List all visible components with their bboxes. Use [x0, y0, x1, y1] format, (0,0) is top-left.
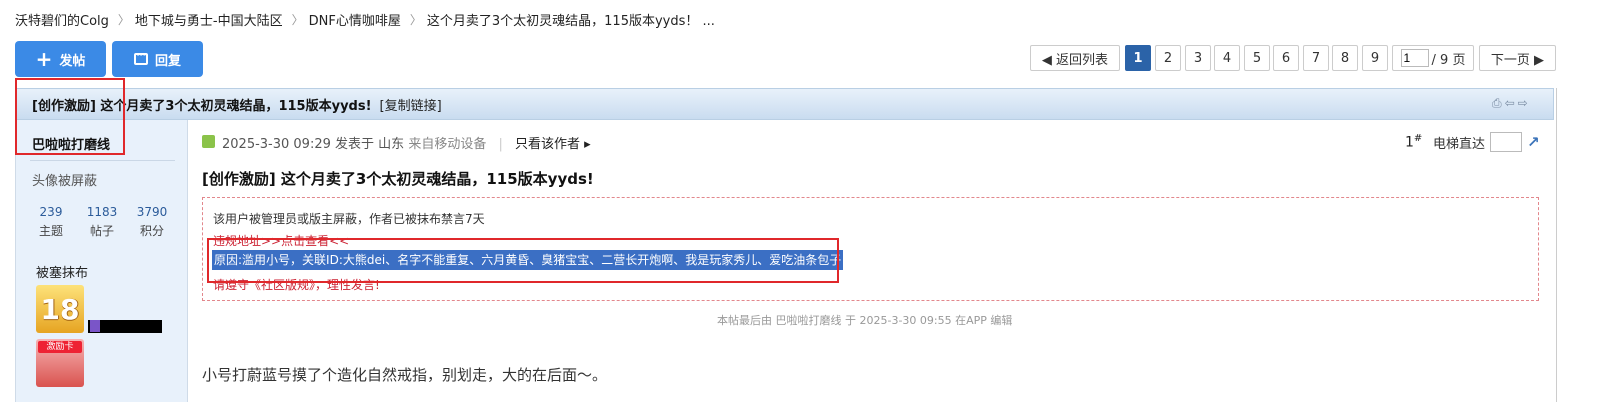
mobile-post-icon	[202, 135, 215, 148]
breadcrumb: 沃特碧们的Colg 〉 地下城与勇士-中国大陆区 〉 DNF心情咖啡屋 〉 这个…	[15, 10, 715, 29]
floor-jump: 电梯直达 ↗	[1433, 132, 1540, 152]
page-7[interactable]: 7	[1303, 45, 1329, 71]
chevron-right-icon: 〉	[291, 13, 304, 27]
floor-number: 1#	[1405, 133, 1422, 151]
page-1[interactable]: 1	[1125, 45, 1151, 71]
medal-small-icon	[90, 320, 100, 332]
post-posted-label: 发表于	[335, 137, 375, 152]
comment-icon	[133, 48, 148, 65]
stat-threads[interactable]: 239 主题	[31, 203, 71, 241]
page-8[interactable]: 8	[1332, 45, 1358, 71]
breadcrumb-home[interactable]: 沃特碧们的Colg	[15, 10, 109, 29]
next-thread-icon[interactable]: ⇨	[1518, 96, 1531, 110]
page-6[interactable]: 6	[1273, 45, 1299, 71]
user-title: 被塞抹布	[36, 266, 89, 281]
notice-line: 该用户被管理员或版主屏蔽，作者已被抹布禁言7天	[213, 212, 485, 226]
divider	[1556, 88, 1557, 402]
medal-label: 激励卡	[38, 341, 82, 353]
page-5[interactable]: 5	[1244, 45, 1270, 71]
medal-18-icon[interactable]: 18	[36, 285, 84, 333]
post-body: 小号打蔚蓝号摸了个造化自然戒指，别划走，大的在后面～。	[202, 366, 608, 384]
post-meta: 2025-3-30 09:29 发表于 山东 来自移动设备 | 只看该作者 ▸	[222, 133, 591, 152]
post-date: 2025-3-30 09:29	[222, 137, 331, 152]
stat-label: 积分	[139, 224, 164, 238]
next-page-button[interactable]: 下一页 ▶	[1479, 45, 1556, 71]
page-total: / 9 页	[1431, 52, 1466, 68]
stat-label: 帖子	[89, 224, 114, 238]
go-arrow-icon[interactable]: ↗	[1527, 133, 1540, 151]
page-9[interactable]: 9	[1362, 45, 1388, 71]
page-4[interactable]: 4	[1214, 45, 1240, 71]
reply-label: 回复	[154, 53, 181, 69]
chevron-right-icon: 〉	[117, 13, 130, 27]
divider: |	[498, 137, 503, 152]
page-3[interactable]: 3	[1185, 45, 1211, 71]
plus-icon: +	[35, 47, 53, 71]
post-device: 来自移动设备	[408, 137, 487, 152]
incentive-card-medal-icon[interactable]: 激励卡	[36, 339, 84, 387]
breadcrumb-region[interactable]: 地下城与勇士-中国大陆区	[135, 10, 283, 29]
floor-jump-label: 电梯直达	[1433, 136, 1486, 152]
floor-jump-input[interactable]	[1490, 132, 1523, 152]
copy-link-button[interactable]: [复制链接]	[380, 99, 442, 114]
post-title: [创作激励] 这个月卖了3个太初灵魂结晶，115版本yyds!	[202, 170, 594, 188]
floor-value: 1	[1405, 134, 1414, 151]
breadcrumb-forum[interactable]: DNF心情咖啡屋	[309, 10, 401, 29]
new-post-label: 发帖	[59, 53, 86, 69]
stat-value: 3790	[136, 205, 168, 219]
stat-points[interactable]: 3790 积分	[132, 203, 172, 241]
avatar-hidden-notice: 头像被屏蔽	[32, 174, 98, 189]
caret-right-icon: ▸	[584, 137, 591, 152]
chevron-right-icon: 〉	[409, 13, 422, 27]
print-icon[interactable]: ⎙	[1492, 96, 1505, 110]
page-jump: / 9 页	[1392, 45, 1474, 71]
reply-button[interactable]: 回复	[112, 41, 203, 77]
prev-thread-icon[interactable]: ⇦	[1505, 96, 1518, 110]
medal-caption	[88, 320, 162, 333]
stat-value: 239	[39, 205, 63, 219]
page-number-input[interactable]	[1400, 49, 1429, 67]
thread-toolbar: ⎙⇦⇨	[1492, 96, 1531, 111]
stat-label: 主题	[38, 224, 63, 238]
stat-posts[interactable]: 1183 帖子	[82, 203, 122, 241]
new-post-button[interactable]: + 发帖	[15, 41, 106, 77]
divider	[30, 160, 175, 161]
stat-value: 1183	[86, 205, 118, 219]
edit-note: 本帖最后由 巴啦啦打磨线 于 2025-3-30 09:55 在APP 编辑	[717, 314, 1013, 327]
annotation-box-author	[15, 78, 125, 155]
post-location: 山东	[378, 137, 405, 152]
floor-suffix: #	[1413, 133, 1423, 144]
breadcrumb-thread[interactable]: 这个月卖了3个太初灵魂结晶，115版本yyds！ ...	[427, 10, 715, 29]
page-2[interactable]: 2	[1155, 45, 1181, 71]
back-to-list-button[interactable]: ◀ 返回列表	[1030, 45, 1120, 71]
annotation-box-reason	[207, 238, 839, 283]
only-author-link[interactable]: 只看该作者	[515, 137, 580, 152]
